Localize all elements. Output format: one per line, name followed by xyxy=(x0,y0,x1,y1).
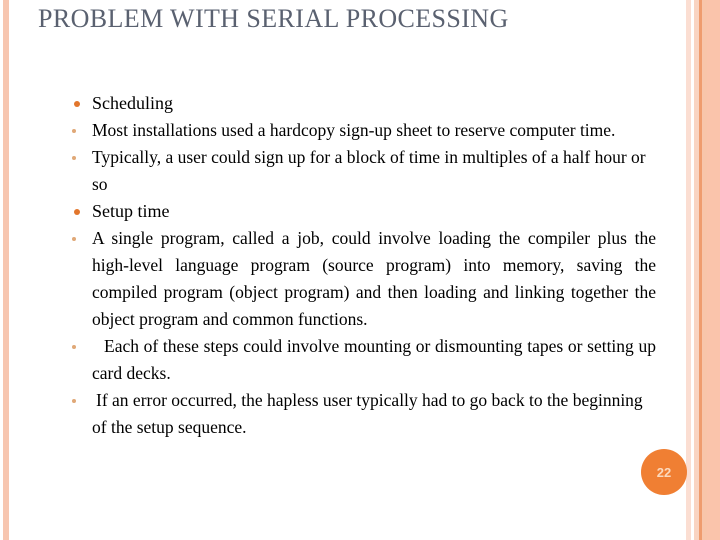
slide-title: Problem with Serial Processing xyxy=(38,4,509,33)
bullet-text: Typically, a user could sign up for a bl… xyxy=(92,147,646,194)
bullet-item-level2: A single program, called a job, could in… xyxy=(64,225,656,333)
bullet-dot-icon xyxy=(72,399,76,403)
bullet-dot-icon xyxy=(72,237,76,241)
bullet-item-level1: Scheduling xyxy=(64,90,656,117)
right-edge-decoration-bar-5 xyxy=(707,0,720,540)
bullet-item-level2: Most installations used a hardcopy sign-… xyxy=(64,117,656,144)
presentation-slide: Problem with Serial Processing Schedulin… xyxy=(0,0,720,540)
bullet-text: Scheduling xyxy=(92,93,173,113)
bullet-dot-icon xyxy=(72,345,76,349)
bullet-text: Most installations used a hardcopy sign-… xyxy=(92,120,616,140)
slide-body: Scheduling Most installations used a har… xyxy=(64,90,656,441)
bullet-item-level2: If an error occurred, the hapless user t… xyxy=(64,387,656,441)
bullet-item-level2: Each of these steps could involve mounti… xyxy=(64,333,656,387)
bullet-item-level1: Setup time xyxy=(64,198,656,225)
left-edge-decoration-bar xyxy=(3,0,9,540)
bullet-text: Each of these steps could involve mounti… xyxy=(92,336,656,383)
bullet-dot-icon xyxy=(74,209,80,215)
bullet-dot-icon xyxy=(72,156,76,160)
bullet-item-level2: Typically, a user could sign up for a bl… xyxy=(64,144,656,198)
bullet-dot-icon xyxy=(74,101,80,107)
page-number-badge: 22 xyxy=(641,449,687,495)
bullet-text: Setup time xyxy=(92,201,170,221)
bullet-dot-icon xyxy=(72,129,76,133)
bullet-text: A single program, called a job, could in… xyxy=(92,228,656,329)
right-edge-decoration-bar-1 xyxy=(686,0,691,540)
bullet-text: If an error occurred, the hapless user t… xyxy=(92,390,643,437)
